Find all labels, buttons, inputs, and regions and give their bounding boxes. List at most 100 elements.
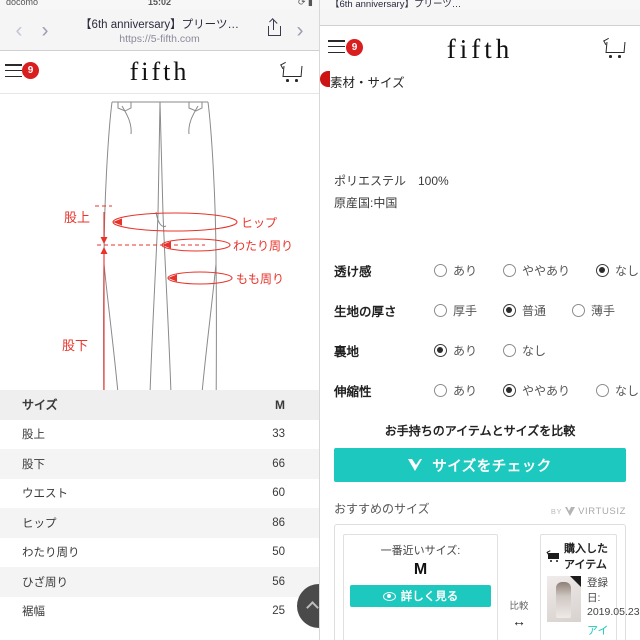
radio-option[interactable]: あり [434, 382, 477, 399]
closest-size-panel: 一番近いサイズ: M 詳しく見る [343, 534, 498, 640]
material-origin: 原産国:中国 [334, 196, 398, 211]
chevron-up-icon [306, 601, 319, 614]
row-label: ひざ周り [0, 567, 229, 597]
recommendation-header: おすすめのサイズ BY VIRTUSIZ [334, 500, 626, 517]
by-label: BY [550, 507, 563, 517]
row-value: 33 [229, 419, 319, 449]
row-value: 60 [229, 478, 319, 508]
table-row: わたり周り 50 [0, 537, 319, 567]
cart-icon [280, 61, 305, 82]
label-leg: もも周り [236, 272, 284, 286]
compare-heading: お手持ちのアイテムとサイズを比較 [384, 424, 576, 439]
brand-logo[interactable]: fifth [320, 26, 640, 65]
radio-icon [596, 383, 610, 397]
col-header-size: M [229, 390, 319, 420]
hamburger-icon[interactable] [328, 40, 345, 58]
label-inseam: 股下 [62, 339, 88, 354]
row-label: ウエスト [0, 478, 229, 508]
browser-back-button[interactable]: ‹ [6, 20, 32, 41]
purchased-item-body: 登録日: 2019.05.23 アイテムを変更 [547, 576, 640, 640]
radio-option[interactable]: ややあり [503, 262, 570, 279]
left-site-header: 9 fifth [0, 51, 319, 94]
radio-option[interactable]: なし [503, 342, 546, 359]
purchased-item-title: 購入したアイテム [564, 543, 608, 572]
table-row: 股下 66 [0, 449, 319, 479]
radio-icon-selected [596, 263, 610, 277]
change-item-link[interactable]: アイテムを変更 [587, 622, 610, 640]
view-details-button[interactable]: 詳しく見る [350, 585, 491, 608]
radio-option[interactable]: あり [434, 342, 477, 359]
radio-option[interactable]: ややあり [503, 382, 570, 399]
spec-options: あり ややあり なし [434, 382, 640, 399]
size-check-button[interactable]: サイズをチェック [334, 448, 626, 483]
table-row: ひざ周り 56 [0, 567, 319, 597]
share-icon [267, 18, 281, 36]
tabs-button[interactable]: › [287, 20, 313, 41]
size-check-label: サイズをチェック [432, 458, 552, 475]
address-bar[interactable]: 【6th anniversary】プリーツ… https://5-fifth.c… [58, 16, 261, 45]
view-details-label: 詳しく見る [400, 591, 459, 604]
left-right-arrow-icon: ↔ [512, 613, 526, 630]
browser-toolbar: ‹ › 【6th anniversary】プリーツ… https://5-fif… [0, 10, 319, 51]
table-header-row: サイズ M [0, 390, 319, 420]
spec-options: あり なし [434, 342, 626, 359]
virtusize-wordmark: VIRTUSIZ [578, 506, 626, 518]
radio-option[interactable]: 薄手 [572, 302, 615, 319]
radio-label: 普通 [522, 303, 547, 318]
radio-label: あり [453, 263, 478, 278]
table-row: 股上 33 [0, 419, 319, 449]
virtusize-brand: BY VIRTUSIZ [551, 506, 626, 517]
share-button[interactable] [261, 18, 287, 41]
spec-options: 厚手 普通 薄手 [434, 302, 640, 319]
spec-row-thickness: 生地の厚さ 厚手 普通 薄手 [334, 290, 626, 330]
left-status-bar: docomo 15:02 ⟳ ▮ [0, 0, 319, 10]
spec-options: あり ややあり なし [434, 262, 640, 279]
spec-row-lining: 裏地 あり なし [334, 330, 626, 370]
brand-logo[interactable]: fifth [0, 57, 319, 87]
hamburger-icon[interactable] [5, 64, 22, 82]
size-table-body: 股上 33 股下 66 ウエスト 60 ヒップ 86 わたり周り 50 ひざ周り… [0, 419, 319, 626]
spec-row-stretch: 伸縮性 あり ややあり なし [334, 370, 639, 410]
cart-button[interactable] [280, 61, 305, 82]
right-status-bar: 【6th anniversary】プリーツ… [320, 0, 640, 10]
screenshot-root: docomo 15:02 ⟳ ▮ ‹ › 【6th anniversary】プリ… [0, 0, 640, 640]
spec-label: 伸縮性 [334, 384, 372, 399]
eye-icon [382, 591, 396, 601]
spec-label: 透け感 [334, 264, 372, 279]
row-value: 50 [229, 537, 319, 567]
page-url: https://5-fifth.com [119, 32, 200, 45]
radio-label: あり [453, 343, 478, 358]
radio-label: なし [522, 343, 547, 358]
browser-forward-button[interactable]: › [32, 20, 58, 41]
spec-list: 透け感 あり ややあり なし 生地の厚さ 厚手 普通 薄手 裏地 あり なし 伸… [334, 250, 639, 410]
radio-icon [572, 303, 586, 317]
recommendation-card: 一番近いサイズ: M 詳しく見る 比較 ↔ 購入したアイテム 登録日: 2019… [334, 524, 640, 640]
radio-label: なし [615, 383, 640, 398]
radio-option[interactable]: なし [596, 382, 639, 399]
label-thigh: わたり周り [233, 239, 293, 253]
radio-icon-selected [503, 383, 517, 397]
purchased-item-panel: 購入したアイテム 登録日: 2019.05.23 アイテムを変更 [540, 534, 640, 640]
radio-icon [434, 303, 447, 317]
radio-option[interactable]: あり [434, 262, 477, 279]
spec-row-sheerness: 透け感 あり ややあり なし [334, 250, 639, 290]
recommendation-heading: おすすめのサイズ [334, 502, 430, 517]
cart-button[interactable] [603, 37, 628, 58]
table-row: ウエスト 60 [0, 478, 319, 508]
virtusize-chevron-icon [408, 458, 423, 473]
radio-icon-selected [434, 343, 447, 357]
purchased-item-thumbnail[interactable] [547, 576, 581, 623]
row-value: 86 [229, 508, 319, 538]
closest-size-label: 一番近いサイズ: [380, 545, 461, 558]
size-table: サイズ M 股上 33 股下 66 ウエスト 60 ヒップ 86 わたり周り 5… [0, 390, 319, 626]
radio-option[interactable]: なし [596, 262, 639, 279]
radio-option[interactable]: 普通 [503, 302, 546, 319]
material-info: ポリエステル 100% 原産国:中国 [334, 170, 626, 214]
material-composition: ポリエステル 100% [334, 174, 449, 188]
radio-label: なし [615, 263, 640, 278]
label-rise: 股上 [64, 211, 90, 226]
radio-icon [434, 383, 447, 397]
radio-option[interactable]: 厚手 [434, 302, 477, 319]
tab-material-size[interactable]: 素材・サイズ [320, 70, 640, 92]
cart-icon [603, 37, 628, 58]
